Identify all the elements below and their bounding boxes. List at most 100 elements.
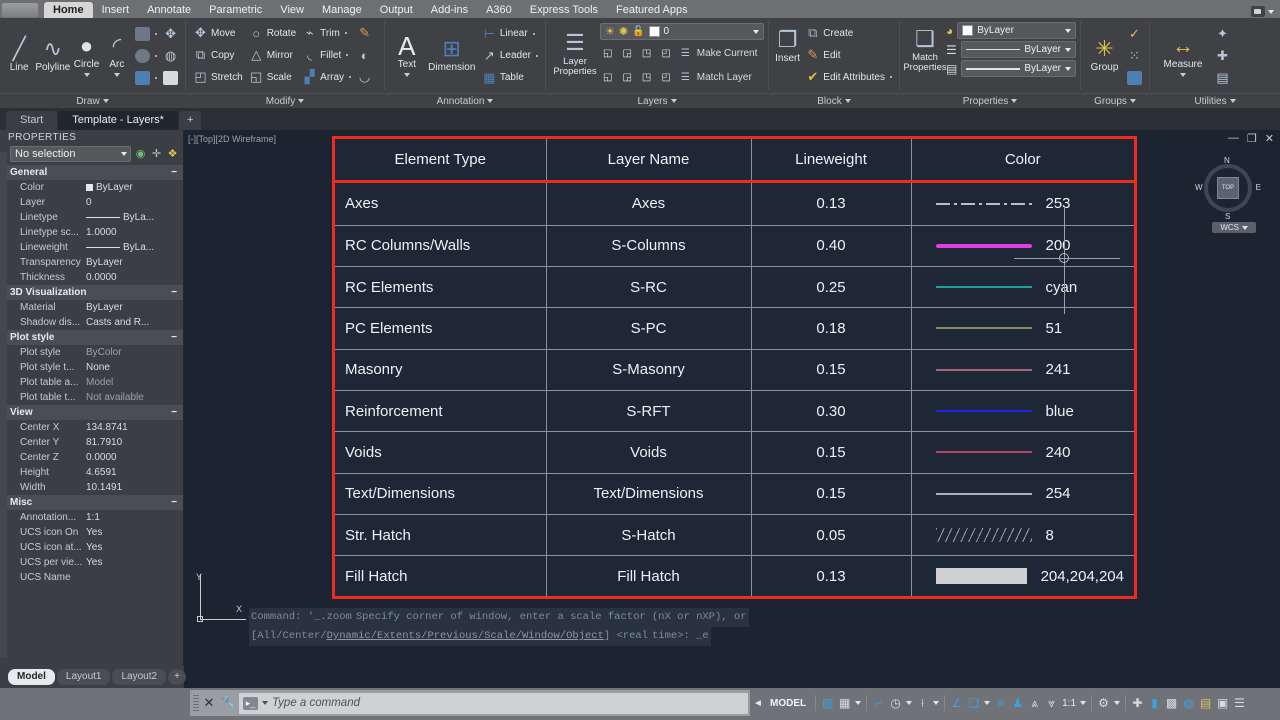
copy-button[interactable]: ⧉ Copy bbox=[190, 44, 246, 66]
scale-button[interactable]: ◱ Scale bbox=[246, 66, 299, 88]
property-row[interactable]: Lineweight ByLa... bbox=[0, 240, 183, 255]
make-current-label[interactable]: Make Current bbox=[697, 48, 758, 59]
array-button[interactable]: ▞ Array bbox=[299, 66, 354, 88]
measure-button[interactable]: ↔ Measure bbox=[1154, 32, 1212, 79]
match-layer-label[interactable]: Match Layer bbox=[697, 72, 752, 83]
property-row[interactable]: Material ByLayer bbox=[0, 300, 183, 315]
rotate-button[interactable]: ○ Rotate bbox=[246, 22, 299, 44]
autoscale-icon[interactable]: ⩓ bbox=[1026, 694, 1043, 712]
property-row[interactable]: Width 10.1491 bbox=[0, 480, 183, 495]
point-button[interactable]: ✚ bbox=[1212, 45, 1233, 67]
ribbon-tab-express-tools[interactable]: Express Tools bbox=[521, 2, 607, 18]
property-value[interactable]: Not available bbox=[86, 392, 183, 403]
panel-title-utilities[interactable]: Utilities bbox=[1150, 93, 1280, 108]
collapse-icon[interactable]: − bbox=[171, 167, 177, 178]
snap-mode-icon[interactable]: ▦ bbox=[836, 694, 853, 712]
ribbon-tab-parametric[interactable]: Parametric bbox=[200, 2, 271, 18]
property-row[interactable]: Center X 134.8741 bbox=[0, 420, 183, 435]
view-cube[interactable]: TOP N S W E bbox=[1195, 156, 1261, 221]
linetype-combo[interactable]: ByLayer bbox=[960, 41, 1076, 58]
table-button[interactable]: ▦ Table bbox=[479, 67, 541, 89]
clean-screen-icon[interactable]: ◍ bbox=[1180, 694, 1197, 712]
layout-tab-layout2[interactable]: Layout2 bbox=[112, 669, 167, 685]
property-row[interactable]: Plot style t... None bbox=[0, 360, 183, 375]
layer-merge-icon[interactable]: ◱ bbox=[600, 66, 615, 88]
chevron-down-icon[interactable] bbox=[1180, 72, 1186, 77]
panel-title-draw[interactable]: Draw bbox=[0, 93, 185, 108]
property-group-general[interactable]: General − bbox=[0, 165, 183, 180]
add-tool-icon[interactable]: ✚ bbox=[1129, 694, 1146, 712]
ungroup-button[interactable]: ✓ bbox=[1124, 23, 1145, 45]
isolate-objects-icon[interactable]: ▮ bbox=[1146, 694, 1163, 712]
property-row[interactable]: Annotation... 1:1 bbox=[0, 510, 183, 525]
view-cube-west[interactable]: W bbox=[1195, 183, 1203, 192]
property-row[interactable]: UCS per vie... Yes bbox=[0, 555, 183, 570]
layer-properties-button[interactable]: ☰ Layer Properties bbox=[550, 21, 600, 79]
panel-title-modify[interactable]: Modify bbox=[186, 93, 384, 108]
property-row[interactable]: Color ByLayer bbox=[0, 180, 183, 195]
layer-combo[interactable]: ☀ ✺ 🔓 0 bbox=[600, 23, 764, 40]
trim-button[interactable]: ⌁ Trim bbox=[299, 22, 354, 44]
fillet-button[interactable]: ◟ Fillet bbox=[299, 44, 354, 66]
command-option-link[interactable]: Dynamic/Extents/Previous/Scale/Window/Ob… bbox=[327, 630, 604, 642]
make-current-icon[interactable]: ☰ bbox=[678, 42, 693, 64]
ribbon-tab-home[interactable]: Home bbox=[44, 2, 93, 18]
property-group-view[interactable]: View − bbox=[0, 405, 183, 420]
collapse-icon[interactable]: − bbox=[171, 332, 177, 343]
restore-icon[interactable]: ❐ bbox=[1247, 132, 1257, 145]
chevron-down-icon[interactable] bbox=[262, 701, 268, 705]
property-row[interactable]: Height 4.6591 bbox=[0, 465, 183, 480]
create-block-button[interactable]: ⧉ Create bbox=[802, 22, 895, 44]
chevron-down-icon[interactable] bbox=[753, 29, 759, 34]
chevron-down-icon[interactable] bbox=[1268, 9, 1274, 14]
chevron-down-icon[interactable] bbox=[1065, 66, 1071, 71]
property-row[interactable]: UCS icon On Yes bbox=[0, 525, 183, 540]
group-selection-button[interactable] bbox=[1124, 67, 1145, 89]
file-tab-start[interactable]: Start bbox=[6, 111, 58, 130]
screen-icon[interactable]: ▣ bbox=[1214, 694, 1231, 712]
property-value[interactable]: Yes bbox=[86, 557, 183, 568]
property-value[interactable]: 0.0000 bbox=[86, 272, 183, 283]
unlock-icon[interactable]: 🔓 bbox=[632, 26, 644, 37]
layer-lock-icon[interactable]: ◰ bbox=[658, 42, 673, 64]
wcs-selector[interactable]: WCS bbox=[1212, 222, 1256, 233]
model-space-button[interactable]: MODEL bbox=[764, 698, 812, 709]
insert-block-button[interactable]: ❐ Insert bbox=[773, 22, 802, 67]
layer-freeze-icon[interactable]: ◲ bbox=[619, 42, 634, 64]
property-value[interactable]: ByLayer bbox=[86, 257, 183, 268]
customization-icon[interactable]: ☰ bbox=[1231, 694, 1248, 712]
arc-button[interactable]: ◜ Arc bbox=[102, 32, 132, 79]
workspace-dropdown-icon[interactable] bbox=[1114, 701, 1121, 705]
chevron-down-icon[interactable] bbox=[1065, 28, 1071, 33]
dimension-button[interactable]: ⊞ Dimension bbox=[425, 35, 479, 76]
match-layer-icon[interactable]: ☰ bbox=[678, 66, 693, 88]
line-button[interactable]: ╱ Line bbox=[4, 35, 34, 76]
panel-title-groups[interactable]: Groups bbox=[1081, 93, 1149, 108]
chevron-down-icon[interactable] bbox=[83, 72, 90, 77]
chevron-down-icon[interactable] bbox=[403, 72, 410, 77]
property-value[interactable]: ByLa... bbox=[86, 212, 183, 223]
property-group-3d-visualization[interactable]: 3D Visualization − bbox=[0, 285, 183, 300]
linetype-icon[interactable]: ☰ bbox=[946, 43, 957, 57]
property-value[interactable]: None bbox=[86, 362, 183, 373]
sun-icon[interactable]: ✺ bbox=[619, 25, 628, 38]
offset-button[interactable]: ◐ bbox=[354, 44, 375, 66]
property-value[interactable]: Yes bbox=[86, 527, 183, 538]
polar-tracking-icon[interactable]: ◷ bbox=[887, 694, 904, 712]
edit-attributes-button[interactable]: ✔ Edit Attributes bbox=[802, 66, 895, 88]
annotation-scale-sync-icon[interactable]: ⩔ bbox=[1043, 694, 1060, 712]
property-value[interactable]: 4.6591 bbox=[86, 467, 183, 478]
tracking-dropdown-icon[interactable] bbox=[984, 701, 991, 705]
property-row[interactable]: Layer 0 bbox=[0, 195, 183, 210]
ribbon-tab-view[interactable]: View bbox=[271, 2, 313, 18]
property-value[interactable]: Model bbox=[86, 377, 183, 388]
calculator-button[interactable]: ▤ bbox=[1212, 67, 1233, 89]
object-snap-tracking-icon[interactable]: ❏ bbox=[965, 694, 982, 712]
pick-add-icon[interactable]: ✛ bbox=[150, 148, 163, 161]
property-value[interactable]: ByLayer bbox=[86, 182, 183, 193]
workspace-icon[interactable]: ⚙ bbox=[1095, 694, 1112, 712]
explode-button[interactable]: ✎ bbox=[354, 22, 375, 44]
lightbulb-icon[interactable]: ☀ bbox=[605, 25, 615, 38]
text-button[interactable]: A Text bbox=[389, 32, 425, 79]
quick-select-button[interactable]: ✦ bbox=[1212, 23, 1233, 45]
